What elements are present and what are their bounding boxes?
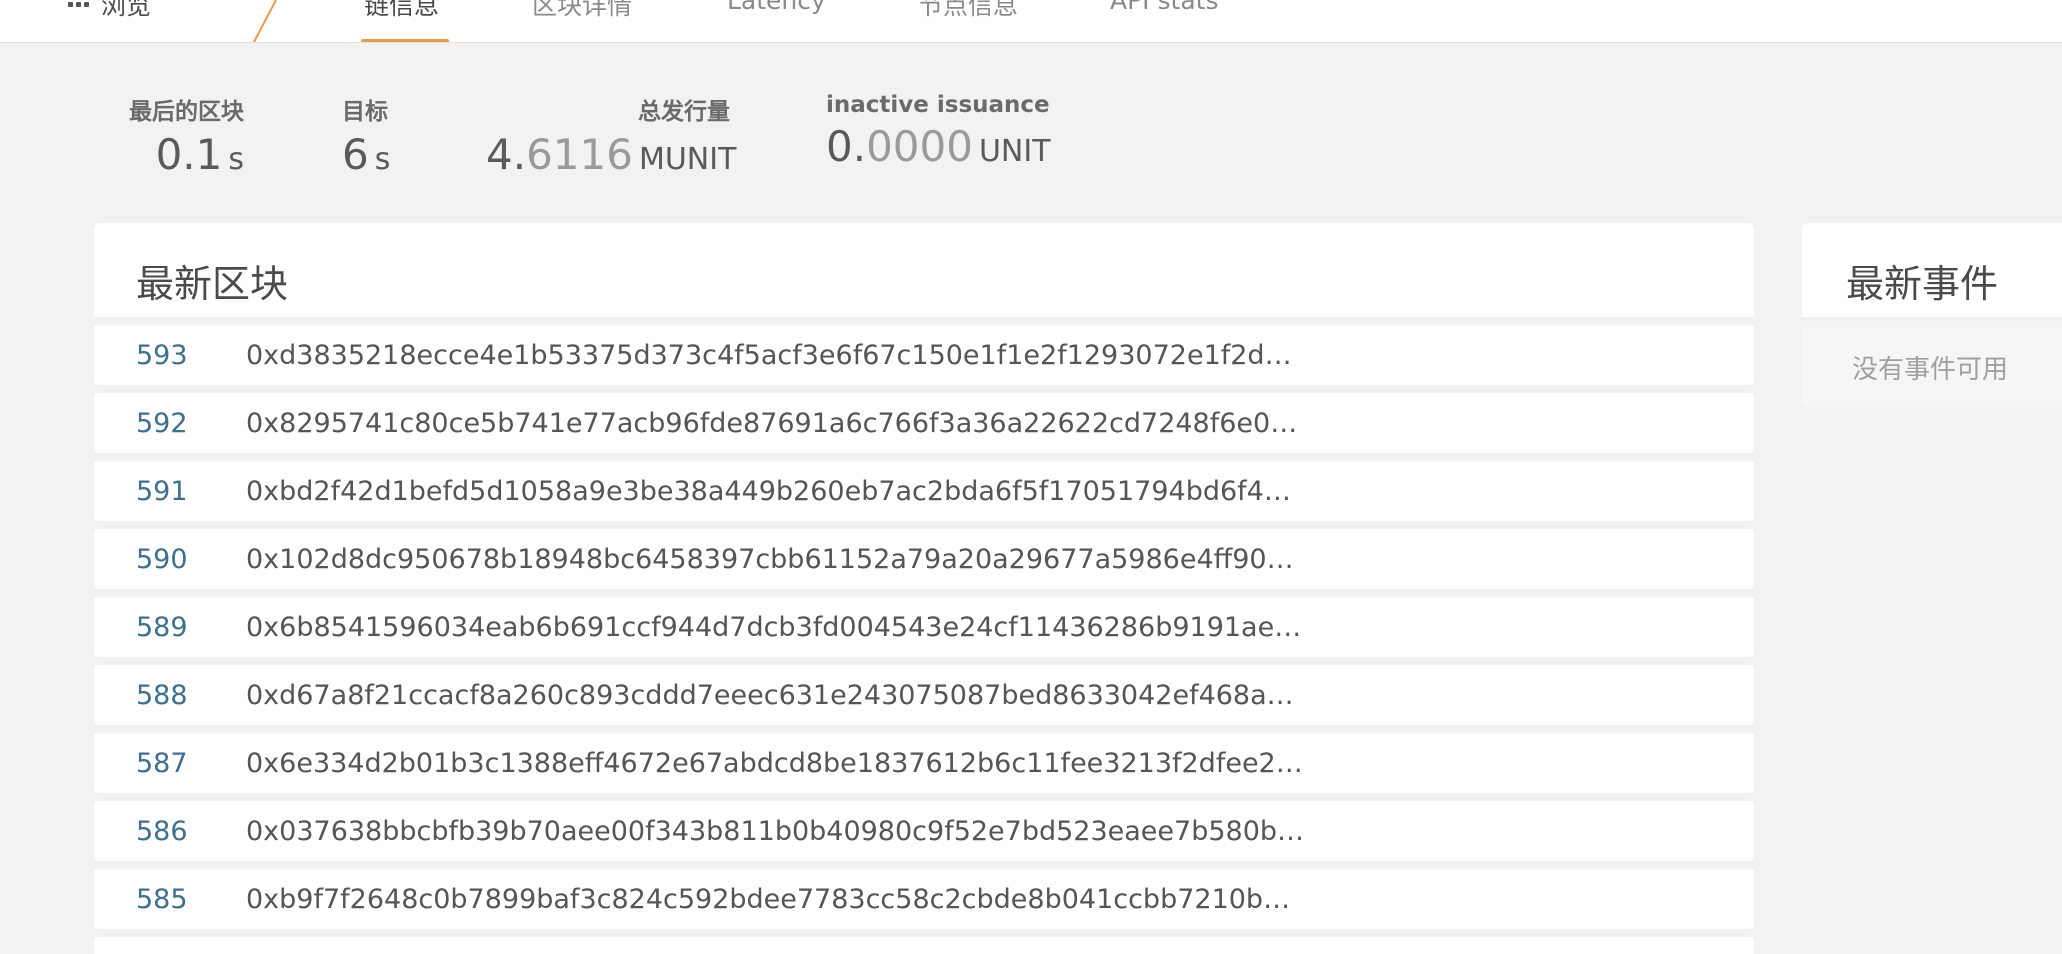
stat-target: 目标 6s bbox=[342, 92, 392, 179]
stat-inactive-issuance: inactive issuance 0.0000 UNIT bbox=[826, 92, 1051, 171]
table-row: 587 0x6e334d2b01b3c1388eff4672e67abdcd8b… bbox=[94, 733, 1754, 793]
block-hash: 0xbd2f42d1befd5d1058a9e3be38a449b260eb7a… bbox=[246, 476, 1306, 507]
table-row: 586 0x037638bbcbfb39b70aee00f343b811b0b4… bbox=[94, 801, 1754, 861]
stat-label: 总发行量 bbox=[638, 99, 730, 125]
events-empty-state: 没有事件可用 bbox=[1802, 327, 2062, 407]
block-number-link[interactable]: 593 bbox=[136, 340, 188, 371]
block-number-link[interactable]: 585 bbox=[136, 884, 188, 915]
block-hash: 0xd3835218ecce4e1b53375d373c4f5acf3e6f67… bbox=[246, 340, 1306, 371]
browse-menu[interactable]: 浏览 bbox=[68, 0, 151, 22]
tab-block-details[interactable]: 区块详情 bbox=[532, 0, 632, 22]
block-hash: 0x102d8dc950678b18948bc6458397cbb61152a7… bbox=[246, 544, 1306, 575]
table-row: 588 0xd67a8f21ccacf8a260c893cddd7eeec631… bbox=[94, 665, 1754, 725]
latest-events-header: 最新事件 bbox=[1802, 223, 2062, 317]
table-row: 590 0x102d8dc950678b18948bc6458397cbb611… bbox=[94, 529, 1754, 589]
stat-label: inactive issuance bbox=[826, 92, 1050, 118]
block-number-link[interactable]: 586 bbox=[136, 816, 188, 847]
table-row: 591 0xbd2f42d1befd5d1058a9e3be38a449b260… bbox=[94, 461, 1754, 521]
table-row: 593 0xd3835218ecce4e1b53375d373c4f5acf3e… bbox=[94, 325, 1754, 385]
divider-slash-icon bbox=[253, 0, 277, 42]
tab-latency[interactable]: Latency bbox=[727, 0, 826, 15]
latest-blocks-header: 最新区块 bbox=[94, 223, 1754, 317]
grid-dots-icon bbox=[68, 1, 89, 7]
block-number-link[interactable]: 588 bbox=[136, 680, 188, 711]
stat-label: 最后的区块 bbox=[129, 99, 244, 125]
stat-total-issuance: 总发行量 4.6116 MUNIT bbox=[486, 92, 737, 179]
table-row-partial bbox=[94, 937, 1754, 954]
tab-node-info[interactable]: 节点信息 bbox=[918, 0, 1018, 22]
block-number-link[interactable]: 587 bbox=[136, 748, 188, 779]
tab-chain-info[interactable]: 链信息 bbox=[364, 0, 439, 22]
stat-value: 0.1 s bbox=[155, 130, 244, 179]
stat-label: 目标 bbox=[342, 99, 388, 125]
block-number-link[interactable]: 591 bbox=[136, 476, 188, 507]
stat-value: 4.6116 MUNIT bbox=[486, 130, 737, 179]
latest-blocks-title: 最新区块 bbox=[136, 262, 289, 306]
block-number-link[interactable]: 592 bbox=[136, 408, 188, 439]
active-tab-indicator bbox=[361, 39, 449, 42]
block-number-link[interactable]: 589 bbox=[136, 612, 188, 643]
latest-events-title: 最新事件 bbox=[1846, 262, 1999, 306]
stat-value: 6s bbox=[342, 130, 391, 179]
block-hash: 0x8295741c80ce5b741e77acb96fde87691a6c76… bbox=[246, 408, 1306, 439]
block-hash: 0xd67a8f21ccacf8a260c893cddd7eeec631e243… bbox=[246, 680, 1306, 711]
stat-last-block: 最后的区块 0.1 s bbox=[118, 92, 244, 179]
block-hash: 0x6e334d2b01b3c1388eff4672e67abdcd8be183… bbox=[246, 748, 1306, 779]
block-hash: 0x037638bbcbfb39b70aee00f343b811b0b40980… bbox=[246, 816, 1306, 847]
block-hash: 0xb9f7f2648c0b7899baf3c824c592bdee7783cc… bbox=[246, 884, 1306, 915]
table-row: 592 0x8295741c80ce5b741e77acb96fde87691a… bbox=[94, 393, 1754, 453]
events-empty-text: 没有事件可用 bbox=[1852, 355, 2009, 385]
block-hash: 0x6b8541596034eab6b691ccf944d7dcb3fd0045… bbox=[246, 612, 1306, 643]
tab-api-stats[interactable]: API stats bbox=[1110, 0, 1218, 15]
stat-value: 0.0000 UNIT bbox=[826, 122, 1051, 171]
table-row: 589 0x6b8541596034eab6b691ccf944d7dcb3fd… bbox=[94, 597, 1754, 657]
table-row: 585 0xb9f7f2648c0b7899baf3c824c592bdee77… bbox=[94, 869, 1754, 929]
browse-label: 浏览 bbox=[101, 0, 152, 20]
block-number-link[interactable]: 590 bbox=[136, 544, 188, 575]
top-nav-bar: 浏览 链信息 区块详情 Latency 节点信息 API stats bbox=[0, 0, 2062, 43]
